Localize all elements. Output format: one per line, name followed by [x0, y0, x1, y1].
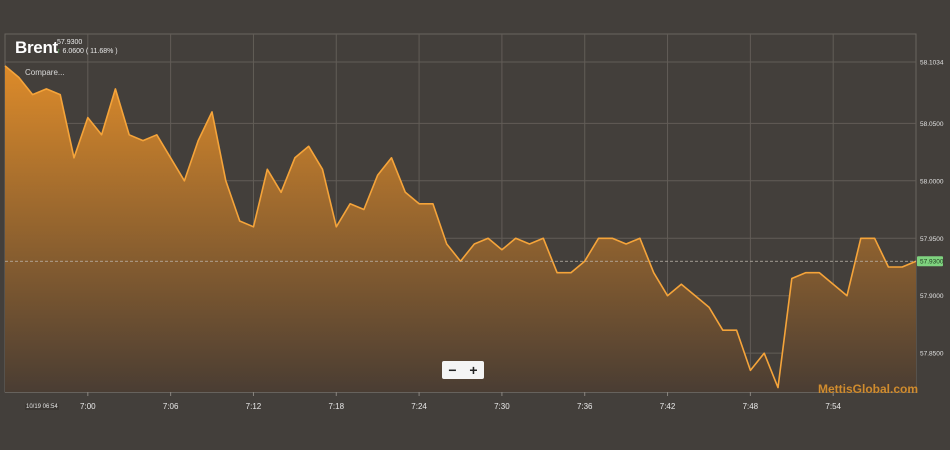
- x-tick-label: 7:18: [328, 402, 344, 411]
- x-tick-label: 7:48: [743, 402, 759, 411]
- x-tick-label: 7:24: [411, 402, 427, 411]
- x-tick-label: 7:36: [577, 402, 593, 411]
- up-arrow-icon: ↑: [57, 48, 61, 55]
- x-axis-start-label: 10/19 06:54: [25, 404, 59, 410]
- x-tick-label: 7:54: [825, 402, 841, 411]
- price-chart[interactable]: 57.8500 57.9000 57.9500 58.0000 58.0500 58.10…: [0, 0, 950, 450]
- price-change-text: 6.0600 ( 11.68% ): [62, 48, 118, 55]
- y-tick-label: 57.9000: [920, 293, 944, 300]
- y-tick-label: 58.0000: [920, 178, 944, 185]
- y-tick-label: 57.8500: [920, 351, 944, 358]
- y-tick-label: 58.0500: [920, 121, 944, 128]
- price-area: [5, 65, 916, 393]
- x-tick-label: 7:42: [660, 402, 676, 411]
- x-tick-label: 7:12: [246, 402, 262, 411]
- x-tick-label: 7:00: [80, 402, 96, 411]
- x-tick-label: 7:30: [494, 402, 510, 411]
- instrument-title: Brent: [15, 38, 58, 57]
- y-tick-label: 58.1034: [920, 60, 944, 67]
- watermark-logo: MettisGlobal.com: [818, 382, 919, 396]
- compare-button[interactable]: Compare...: [25, 68, 65, 77]
- price-change: ↑ 6.0600 ( 11.68% ): [57, 48, 118, 55]
- x-tick-label: 7:06: [163, 402, 179, 411]
- zoom-controls: − +: [442, 361, 484, 379]
- zoom-in-button[interactable]: +: [464, 361, 484, 379]
- current-price-tag-label: 57.9300: [920, 259, 944, 266]
- current-price: 57.9300: [57, 39, 83, 46]
- y-tick-label: 57.9500: [920, 236, 944, 243]
- zoom-out-button[interactable]: −: [443, 361, 463, 379]
